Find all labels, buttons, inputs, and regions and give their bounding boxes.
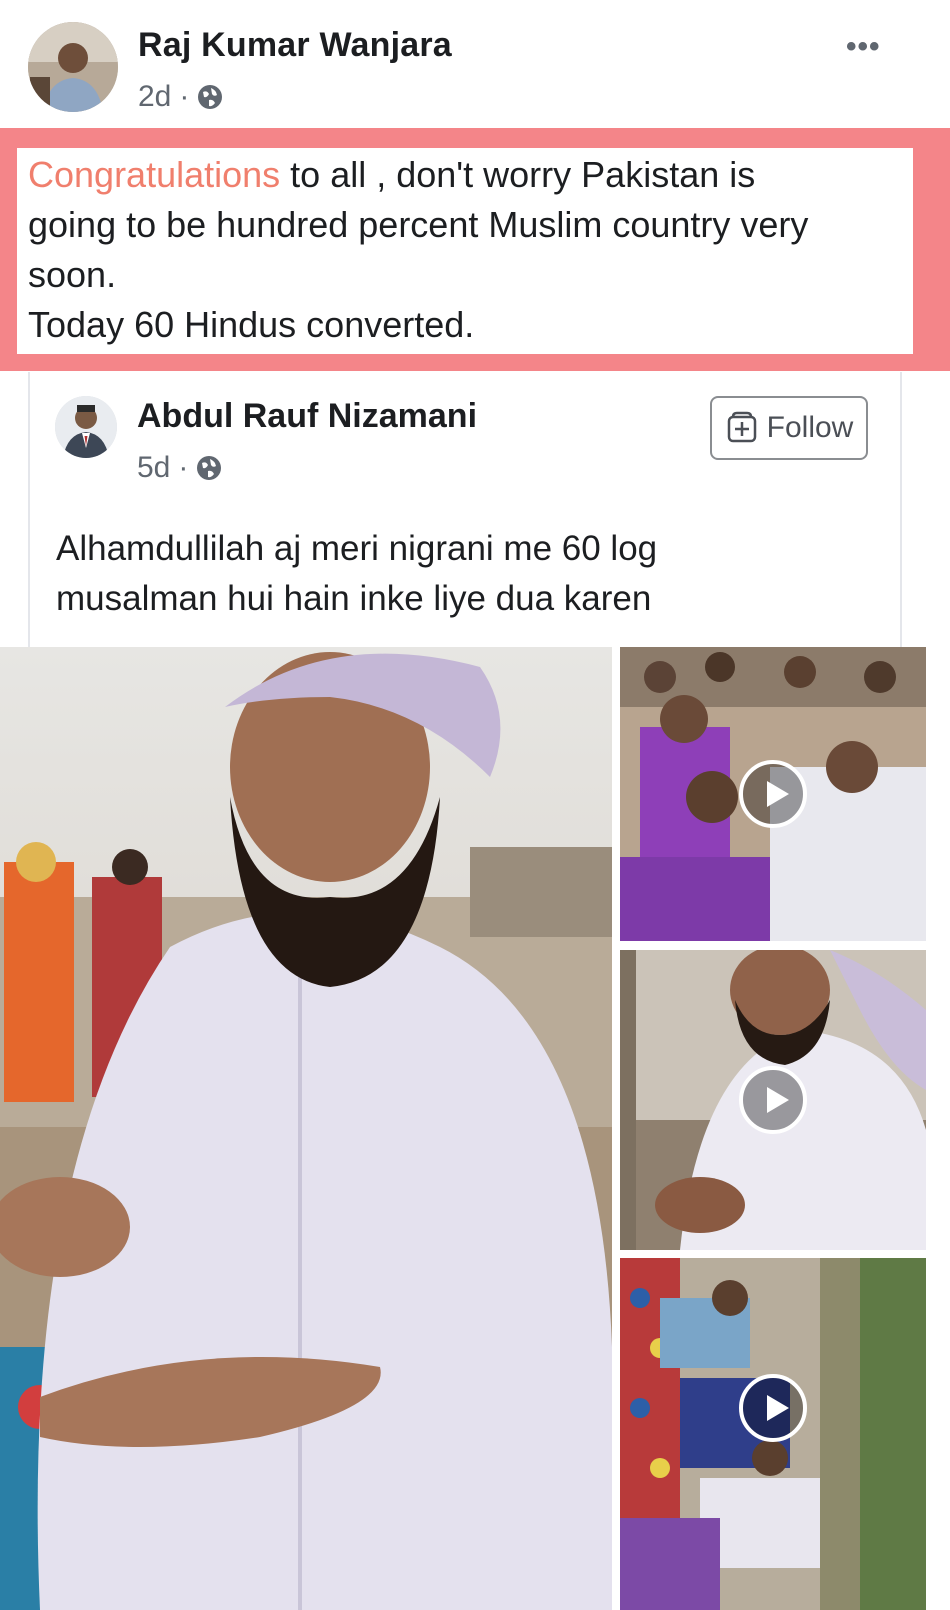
shared-text-line-2: musalman hui hain inke liye dua karen xyxy=(56,579,652,618)
follow-button[interactable]: Follow xyxy=(710,396,868,460)
shared-author-avatar[interactable] xyxy=(55,396,117,458)
post-text-line-2: going to be hundred percent Muslim count… xyxy=(28,204,809,245)
globe-icon xyxy=(197,456,222,480)
play-icon[interactable] xyxy=(739,1066,807,1134)
video-thumbnail-gathering[interactable] xyxy=(620,1258,926,1610)
shared-text-line-1: Alhamdullilah aj meri nigrani me 60 log xyxy=(56,529,658,568)
post-text-line-3: soon. xyxy=(28,254,117,295)
shared-post-text: Alhamdullilah aj meri nigrani me 60 log … xyxy=(56,524,876,624)
post-text: Congratulations to all , don't worry Pak… xyxy=(28,150,908,350)
post-meta: 2d · xyxy=(138,80,223,114)
meta-separator: · xyxy=(179,80,190,113)
follow-label: Follow xyxy=(766,411,854,444)
post-time[interactable]: 2d xyxy=(138,80,171,114)
play-icon[interactable] xyxy=(739,1374,807,1442)
shared-post-time[interactable]: 5d xyxy=(137,451,170,485)
more-options-icon[interactable]: ••• xyxy=(846,30,881,64)
shared-post-meta: 5d · xyxy=(137,451,222,485)
shared-meta-separator: · xyxy=(178,451,189,484)
globe-icon xyxy=(198,85,223,109)
post-text-accent: Congratulations xyxy=(28,154,281,195)
author-name[interactable]: Raj Kumar Wanjara xyxy=(138,26,452,65)
author-avatar[interactable] xyxy=(28,22,118,112)
play-icon[interactable] xyxy=(739,760,807,828)
post-text-line-1: Congratulations to all , don't worry Pak… xyxy=(28,150,908,200)
video-thumbnail-speaker[interactable] xyxy=(620,950,926,1250)
shared-author-name[interactable]: Abdul Rauf Nizamani xyxy=(137,397,477,436)
post-text-line-1-rest: to all , don't worry Pakistan is xyxy=(280,154,756,195)
post-text-line-4: Today 60 Hindus converted. xyxy=(28,304,475,345)
video-thumbnail-crowd[interactable] xyxy=(620,647,926,941)
follow-plus-icon xyxy=(727,411,756,443)
main-photo[interactable] xyxy=(0,647,612,1610)
